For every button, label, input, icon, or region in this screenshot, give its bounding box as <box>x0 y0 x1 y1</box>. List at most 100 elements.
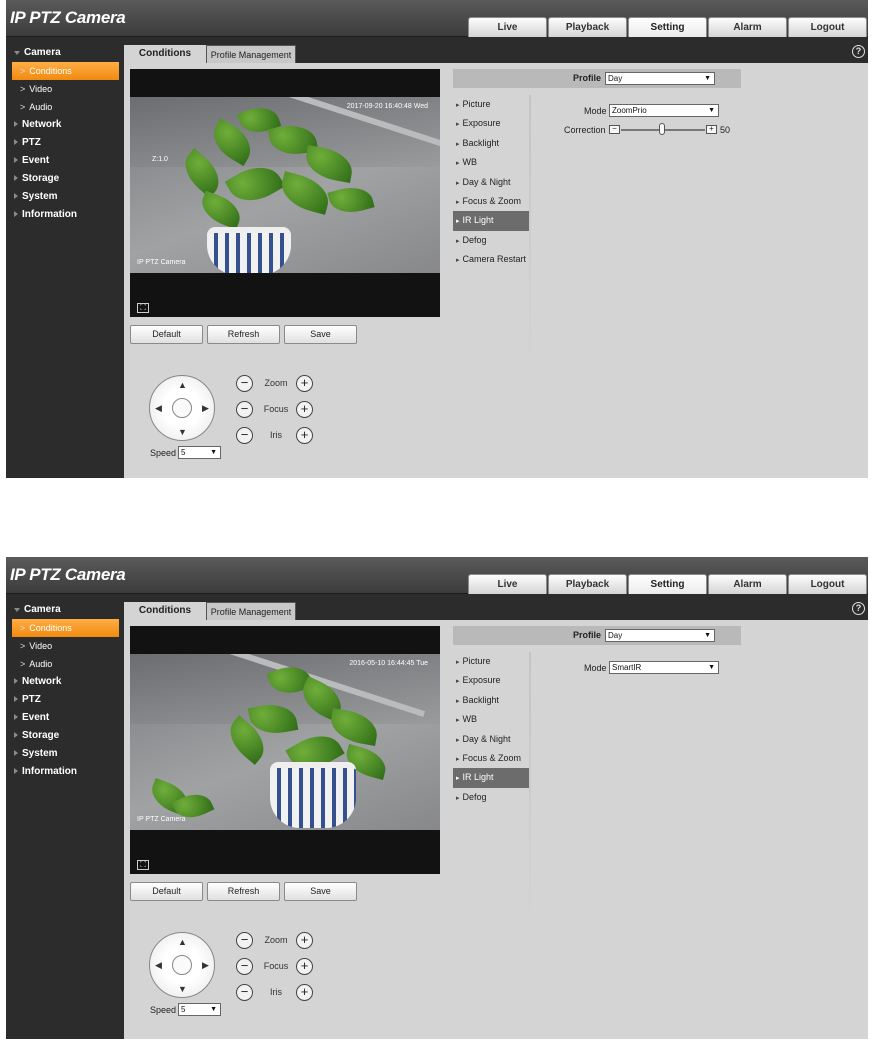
pan-right-icon[interactable]: ▶ <box>202 403 209 414</box>
sidebar-item-conditions[interactable]: > Conditions <box>12 619 119 637</box>
help-icon[interactable]: ? <box>852 45 865 58</box>
plus-icon[interactable]: + <box>296 958 313 975</box>
save-button[interactable]: Save <box>284 882 357 901</box>
sidebar-item-video[interactable]: > Video <box>6 80 123 98</box>
ptz-center-button[interactable] <box>172 955 192 975</box>
menu-item-defog[interactable]: ▸ Defog <box>453 788 529 807</box>
pan-up-icon[interactable]: ▲ <box>178 937 187 947</box>
sidebar-item-storage[interactable]: Storage <box>6 170 123 188</box>
speed-label: Speed <box>150 448 177 458</box>
menu-item-picture[interactable]: ▸ Picture <box>453 652 529 671</box>
sidebar-item-ptz[interactable]: PTZ <box>6 134 123 152</box>
plus-icon[interactable]: + <box>296 984 313 1001</box>
sidebar-item-audio[interactable]: > Audio <box>6 655 123 673</box>
sidebar-item-conditions[interactable]: > Conditions <box>12 62 119 80</box>
nav-tab-live[interactable]: Live <box>468 574 547 594</box>
minus-icon[interactable]: − <box>236 984 253 1001</box>
plus-icon[interactable]: + <box>706 125 717 134</box>
pan-left-icon[interactable]: ◀ <box>155 960 162 971</box>
collapsed-triangle-icon <box>14 211 18 217</box>
nav-tab-setting[interactable]: Setting <box>628 17 707 37</box>
default-button[interactable]: Default <box>130 882 203 901</box>
nav-tab-playback[interactable]: Playback <box>548 17 627 37</box>
pan-right-icon[interactable]: ▶ <box>202 960 209 971</box>
sidebar-item-video[interactable]: > Video <box>6 637 123 655</box>
profile-select[interactable]: Day ▼ <box>605 72 715 85</box>
speed-select[interactable]: 5 ▼ <box>178 1003 221 1016</box>
nav-tab-alarm[interactable]: Alarm <box>708 17 787 37</box>
refresh-button[interactable]: Refresh <box>207 325 280 344</box>
menu-item-camera-restart[interactable]: ▸ Camera Restart <box>453 250 529 269</box>
pan-down-icon[interactable]: ▼ <box>178 984 187 994</box>
help-icon[interactable]: ? <box>852 602 865 615</box>
default-button[interactable]: Default <box>130 325 203 344</box>
sidebar-item-camera[interactable]: Camera <box>6 44 123 62</box>
plus-icon[interactable]: + <box>296 375 313 392</box>
fullscreen-icon[interactable]: ⛶ <box>137 303 149 313</box>
top-bar: IP PTZ Camera Live Playback Setting Alar… <box>6 557 868 594</box>
correction-slider-thumb[interactable] <box>659 123 665 135</box>
nav-tab-alarm[interactable]: Alarm <box>708 574 787 594</box>
menu-item-focus-zoom[interactable]: ▸ Focus & Zoom <box>453 749 529 768</box>
plus-icon[interactable]: + <box>296 401 313 418</box>
chevron-right-icon: ▸ <box>456 659 460 666</box>
sidebar-item-network[interactable]: Network <box>6 673 123 691</box>
sidebar-item-network[interactable]: Network <box>6 116 123 134</box>
menu-item-defog[interactable]: ▸ Defog <box>453 231 529 250</box>
menu-item-day-night[interactable]: ▸ Day & Night <box>453 173 529 192</box>
mode-select[interactable]: SmartIR ▼ <box>609 661 719 674</box>
speed-select[interactable]: 5 ▼ <box>178 446 221 459</box>
menu-item-exposure[interactable]: ▸ Exposure <box>453 114 529 133</box>
pan-down-icon[interactable]: ▼ <box>178 427 187 437</box>
profile-select[interactable]: Day ▼ <box>605 629 715 642</box>
sidebar-item-ptz[interactable]: PTZ <box>6 691 123 709</box>
tab-profile-management[interactable]: Profile Management <box>206 45 296 63</box>
sidebar-item-audio[interactable]: > Audio <box>6 98 123 116</box>
ptz-center-button[interactable] <box>172 398 192 418</box>
menu-item-ir-light[interactable]: ▸ IR Light <box>453 768 529 788</box>
sidebar-item-event[interactable]: Event <box>6 152 123 170</box>
menu-item-picture[interactable]: ▸ Picture <box>453 95 529 114</box>
sidebar-item-event[interactable]: Event <box>6 709 123 727</box>
nav-tab-logout[interactable]: Logout <box>788 574 867 594</box>
chevron-right-icon: ▸ <box>456 257 460 265</box>
pan-left-icon[interactable]: ◀ <box>155 403 162 414</box>
minus-icon[interactable]: − <box>236 932 253 949</box>
sidebar-item-information[interactable]: Information <box>6 763 123 781</box>
tab-conditions[interactable]: Conditions <box>124 602 206 620</box>
pan-up-icon[interactable]: ▲ <box>178 380 187 390</box>
sidebar-item-system[interactable]: System <box>6 188 123 206</box>
refresh-button[interactable]: Refresh <box>207 882 280 901</box>
menu-item-backlight[interactable]: ▸ Backlight <box>453 691 529 710</box>
menu-item-ir-light[interactable]: ▸ IR Light <box>453 211 529 231</box>
mode-select[interactable]: ZoomPrio ▼ <box>609 104 719 117</box>
menu-item-exposure[interactable]: ▸ Exposure <box>453 671 529 690</box>
menu-item-day-night[interactable]: ▸ Day & Night <box>453 730 529 749</box>
sidebar-item-storage[interactable]: Storage <box>6 727 123 745</box>
nav-tab-live[interactable]: Live <box>468 17 547 37</box>
menu-item-wb[interactable]: ▸ WB <box>453 153 529 172</box>
tab-profile-management[interactable]: Profile Management <box>206 602 296 620</box>
menu-item-backlight[interactable]: ▸ Backlight <box>453 134 529 153</box>
sidebar-item-information[interactable]: Information <box>6 206 123 224</box>
plus-icon[interactable]: + <box>296 427 313 444</box>
nav-tab-playback[interactable]: Playback <box>548 574 627 594</box>
menu-item-wb[interactable]: ▸ WB <box>453 710 529 729</box>
minus-icon[interactable]: − <box>236 427 253 444</box>
nav-tab-setting[interactable]: Setting <box>628 574 707 594</box>
menu-item-focus-zoom[interactable]: ▸ Focus & Zoom <box>453 192 529 211</box>
sidebar-item-system[interactable]: System <box>6 745 123 763</box>
sidebar-item-camera[interactable]: Camera <box>6 601 123 619</box>
minus-icon[interactable]: − <box>609 125 620 134</box>
minus-icon[interactable]: − <box>236 401 253 418</box>
fullscreen-icon[interactable]: ⛶ <box>137 860 149 870</box>
tab-conditions[interactable]: Conditions <box>124 45 206 63</box>
minus-icon[interactable]: − <box>236 958 253 975</box>
plus-icon[interactable]: + <box>296 932 313 949</box>
nav-tab-logout[interactable]: Logout <box>788 17 867 37</box>
chevron-right-icon: > <box>20 66 26 76</box>
chevron-right-icon: ▸ <box>456 140 460 148</box>
chevron-right-icon: ▸ <box>456 102 460 109</box>
save-button[interactable]: Save <box>284 325 357 344</box>
minus-icon[interactable]: − <box>236 375 253 392</box>
